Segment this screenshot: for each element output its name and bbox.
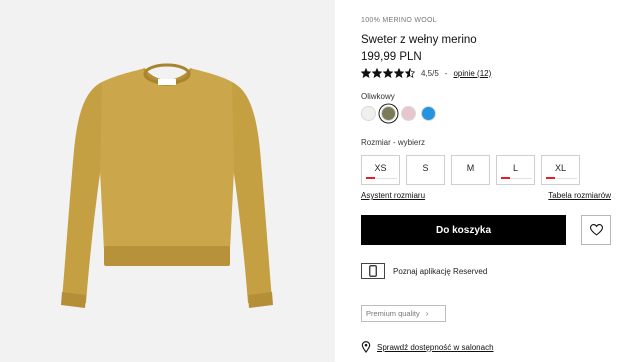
size-option-label: M [466, 163, 475, 173]
star-half-icon [405, 68, 415, 78]
low-stock-indicator [546, 177, 555, 179]
size-table-link[interactable]: Tabela rozmiarów [548, 191, 611, 200]
color-swatch-olive[interactable] [381, 106, 396, 121]
size-options: XS S M L XL [361, 155, 580, 185]
reviews-link[interactable]: opinie (12) [453, 69, 491, 78]
size-option-l[interactable]: L [496, 155, 535, 185]
heart-icon [589, 224, 603, 236]
color-swatch-pink[interactable] [401, 106, 416, 121]
premium-quality-button[interactable]: Premium quality › [361, 305, 446, 322]
star-full-icon [394, 68, 404, 78]
low-stock-indicator [366, 177, 375, 179]
rating-separator: - [444, 68, 448, 78]
star-full-icon [361, 68, 371, 78]
product-image[interactable] [0, 0, 335, 362]
size-option-label: XL [554, 163, 566, 173]
star-full-icon [372, 68, 382, 78]
size-option-label: S [422, 163, 429, 173]
size-option-xl[interactable]: XL [541, 155, 580, 185]
store-availability-text: Sprawdź dostępność w salonach [377, 342, 494, 352]
size-option-m[interactable]: M [451, 155, 490, 185]
add-to-cart-button[interactable]: Do koszyka [361, 215, 566, 245]
rating-row: 4,5/5 - opinie (12) [361, 68, 491, 78]
size-option-s[interactable]: S [406, 155, 445, 185]
product-price: 199,99 PLN [361, 51, 422, 63]
color-swatch-white[interactable] [361, 106, 376, 121]
color-label: Oliwkowy [361, 92, 395, 101]
material-badge: 100% MERINO WOOL [361, 17, 437, 24]
map-pin-icon [361, 341, 371, 353]
low-stock-indicator [501, 177, 510, 179]
product-title: Sweter z wełny merino [361, 34, 477, 46]
store-availability-link[interactable]: Sprawdź dostępność w salonach [361, 341, 494, 353]
size-option-label: XS [374, 163, 387, 173]
size-links: Asystent rozmiaru Tabela rozmiarów [361, 191, 611, 200]
chevron-right-icon: › [425, 309, 429, 318]
size-option-label: L [512, 163, 518, 173]
star-full-icon [383, 68, 393, 78]
app-promo-text: Poznaj aplikację Reserved [393, 266, 488, 276]
favorite-button[interactable] [581, 215, 611, 245]
rating-stars [361, 68, 415, 78]
size-option-xs[interactable]: XS [361, 155, 400, 185]
sweater-illustration [61, 63, 273, 308]
premium-quality-label: Premium quality [366, 309, 420, 318]
color-swatch-blue[interactable] [421, 106, 436, 121]
size-label: Rozmiar - wybierz [361, 138, 426, 147]
stock-track [510, 178, 532, 179]
product-info-panel: 100% MERINO WOOL Sweter z wełny merino 1… [361, 0, 611, 362]
color-swatches [361, 106, 436, 121]
phone-icon [361, 263, 385, 279]
app-promo-row[interactable]: Poznaj aplikację Reserved [361, 263, 487, 279]
size-assistant-link[interactable]: Asystent rozmiaru [361, 191, 425, 200]
stock-track [375, 178, 397, 179]
rating-value: 4,5/5 [421, 68, 439, 78]
stock-track [555, 178, 577, 179]
